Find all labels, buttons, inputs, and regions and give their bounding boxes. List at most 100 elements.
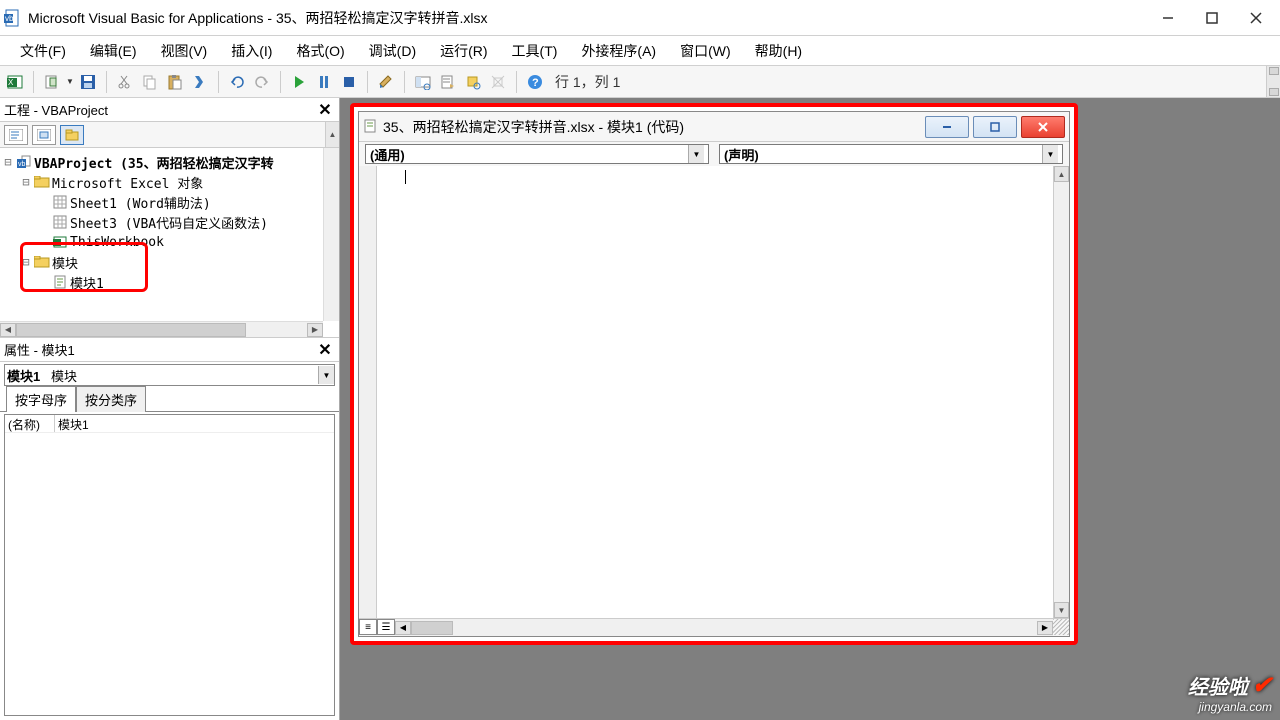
menu-debug[interactable]: 调试(D) — [357, 37, 428, 65]
project-pane-title: 工程 - VBAProject ✕ — [0, 98, 339, 122]
close-button[interactable] — [1234, 3, 1278, 33]
toolbox-icon[interactable] — [487, 71, 509, 93]
properties-icon[interactable] — [437, 71, 459, 93]
project-explorer-icon[interactable] — [412, 71, 434, 93]
tree-modules-folder-label: 模块 — [52, 253, 78, 272]
properties-close-button[interactable]: ✕ — [315, 340, 335, 360]
save-icon[interactable] — [77, 71, 99, 93]
menu-file[interactable]: 文件(F) — [8, 37, 78, 65]
tab-alphabetical[interactable]: 按字母序 — [6, 386, 76, 412]
property-row-name[interactable]: (名称) 模块1 — [5, 415, 334, 433]
folder-icon — [34, 254, 50, 270]
text-cursor — [405, 170, 406, 184]
menu-insert[interactable]: 插入(I) — [219, 37, 284, 65]
svg-text:X: X — [8, 78, 14, 87]
tree-thisworkbook-label: ThisWorkbook — [70, 235, 164, 250]
find-icon[interactable] — [189, 71, 211, 93]
redo-icon[interactable] — [251, 71, 273, 93]
code-window-resize-grip[interactable] — [1053, 619, 1069, 635]
code-window-highlight: 35、两招轻松搞定汉字转拼音.xlsx - 模块1 (代码) (通用) ▼ (声… — [350, 103, 1078, 645]
tree-modules-folder[interactable]: ⊟ 模块 — [2, 252, 337, 272]
svg-text:vb: vb — [5, 14, 14, 23]
properties-object-selector[interactable]: 模块1 模块 ▼ — [4, 364, 335, 386]
titlebar: vb Microsoft Visual Basic for Applicatio… — [0, 0, 1280, 36]
designmode-icon[interactable] — [375, 71, 397, 93]
copy-icon[interactable] — [139, 71, 161, 93]
menu-help[interactable]: 帮助(H) — [743, 37, 814, 65]
object-selector-value: (通用) — [370, 145, 405, 164]
project-pane-title-text: 工程 - VBAProject — [4, 100, 108, 119]
menu-addins[interactable]: 外接程序(A) — [569, 37, 668, 65]
sheet-icon — [52, 214, 68, 230]
menu-run[interactable]: 运行(R) — [428, 37, 499, 65]
insert-button[interactable] — [41, 71, 63, 93]
cut-icon[interactable] — [114, 71, 136, 93]
tab-categorized[interactable]: 按分类序 — [76, 386, 146, 412]
properties-grid: (名称) 模块1 — [4, 414, 335, 716]
chevron-down-icon: ▼ — [318, 366, 334, 384]
module-icon — [363, 119, 379, 135]
property-name-value[interactable]: 模块1 — [55, 415, 334, 432]
tree-excel-folder[interactable]: ⊟ Microsoft Excel 对象 — [2, 172, 337, 192]
sheet-icon — [52, 194, 68, 210]
menu-view[interactable]: 视图(V) — [149, 37, 220, 65]
minimize-button[interactable] — [1146, 3, 1190, 33]
full-module-view-button[interactable]: ☰ — [377, 619, 395, 635]
tree-sheet3[interactable]: Sheet3 (VBA代码自定义函数法) — [2, 212, 337, 232]
code-window-maximize-button[interactable] — [973, 116, 1017, 138]
toolbar-grip[interactable] — [1266, 66, 1280, 97]
object-selector-dropdown[interactable]: (通用) ▼ — [365, 144, 709, 164]
watermark: 经验啦✔ jingyanla.com — [1188, 671, 1272, 714]
cursor-position-label: 行 1，列 1 — [549, 70, 626, 94]
watermark-url: jingyanla.com — [1188, 700, 1272, 714]
tree-module1-label: 模块1 — [70, 273, 104, 292]
pause-icon[interactable] — [313, 71, 335, 93]
app-icon: vb — [2, 8, 22, 28]
properties-title-text: 属性 - 模块1 — [4, 340, 75, 359]
menu-format[interactable]: 格式(O) — [284, 37, 356, 65]
toggle-folders-button[interactable] — [60, 125, 84, 145]
undo-icon[interactable] — [226, 71, 248, 93]
code-scrollbar-horizontal[interactable]: ◀▶ — [395, 619, 1053, 636]
module-icon — [52, 274, 68, 290]
code-window: 35、两招轻松搞定汉字转拼音.xlsx - 模块1 (代码) (通用) ▼ (声… — [358, 111, 1070, 637]
tree-thisworkbook[interactable]: ThisWorkbook — [2, 232, 337, 252]
chevron-down-icon: ▼ — [688, 145, 704, 163]
code-scrollbar-vertical[interactable]: ▲▼ — [1053, 166, 1069, 618]
svg-text:vb: vb — [18, 161, 26, 168]
code-margin — [359, 166, 377, 618]
tree-scrollbar-vertical[interactable] — [323, 148, 339, 321]
code-window-titlebar[interactable]: 35、两招轻松搞定汉字转拼音.xlsx - 模块1 (代码) — [359, 112, 1069, 142]
procedure-selector-dropdown[interactable]: (声明) ▼ — [719, 144, 1063, 164]
object-browser-icon[interactable] — [462, 71, 484, 93]
project-pane-close-button[interactable]: ✕ — [315, 100, 335, 120]
tree-scrollbar-horizontal[interactable]: ◀▶ — [0, 321, 323, 337]
run-icon[interactable] — [288, 71, 310, 93]
menu-window[interactable]: 窗口(W) — [668, 37, 743, 65]
view-code-button[interactable] — [4, 125, 28, 145]
menubar: 文件(F) 编辑(E) 视图(V) 插入(I) 格式(O) 调试(D) 运行(R… — [0, 36, 1280, 66]
tree-sheet3-label: Sheet3 (VBA代码自定义函数法) — [70, 213, 268, 232]
insert-dropdown-icon[interactable]: ▼ — [66, 71, 74, 93]
code-window-close-button[interactable] — [1021, 116, 1065, 138]
menu-tools[interactable]: 工具(T) — [500, 37, 570, 65]
code-window-minimize-button[interactable] — [925, 116, 969, 138]
tree-sheet1[interactable]: Sheet1 (Word辅助法) — [2, 192, 337, 212]
folder-icon — [34, 174, 50, 190]
checkmark-icon: ✔ — [1252, 671, 1272, 700]
project-pane-splitter[interactable]: ▲ — [325, 122, 339, 147]
window-title: Microsoft Visual Basic for Applications … — [28, 8, 1146, 28]
workbook-icon — [52, 234, 68, 250]
stop-icon[interactable] — [338, 71, 360, 93]
maximize-button[interactable] — [1190, 3, 1234, 33]
excel-icon[interactable]: X — [4, 71, 26, 93]
procedure-view-button[interactable]: ≡ — [359, 619, 377, 635]
tree-root[interactable]: ⊟ vb VBAProject (35、两招轻松搞定汉字转 — [2, 152, 337, 172]
menu-edit[interactable]: 编辑(E) — [78, 37, 149, 65]
help-icon[interactable]: ? — [524, 71, 546, 93]
tree-sheet1-label: Sheet1 (Word辅助法) — [70, 193, 211, 212]
paste-icon[interactable] — [164, 71, 186, 93]
tree-module1[interactable]: 模块1 — [2, 272, 337, 292]
code-editor[interactable] — [377, 166, 1053, 618]
view-object-button[interactable] — [32, 125, 56, 145]
